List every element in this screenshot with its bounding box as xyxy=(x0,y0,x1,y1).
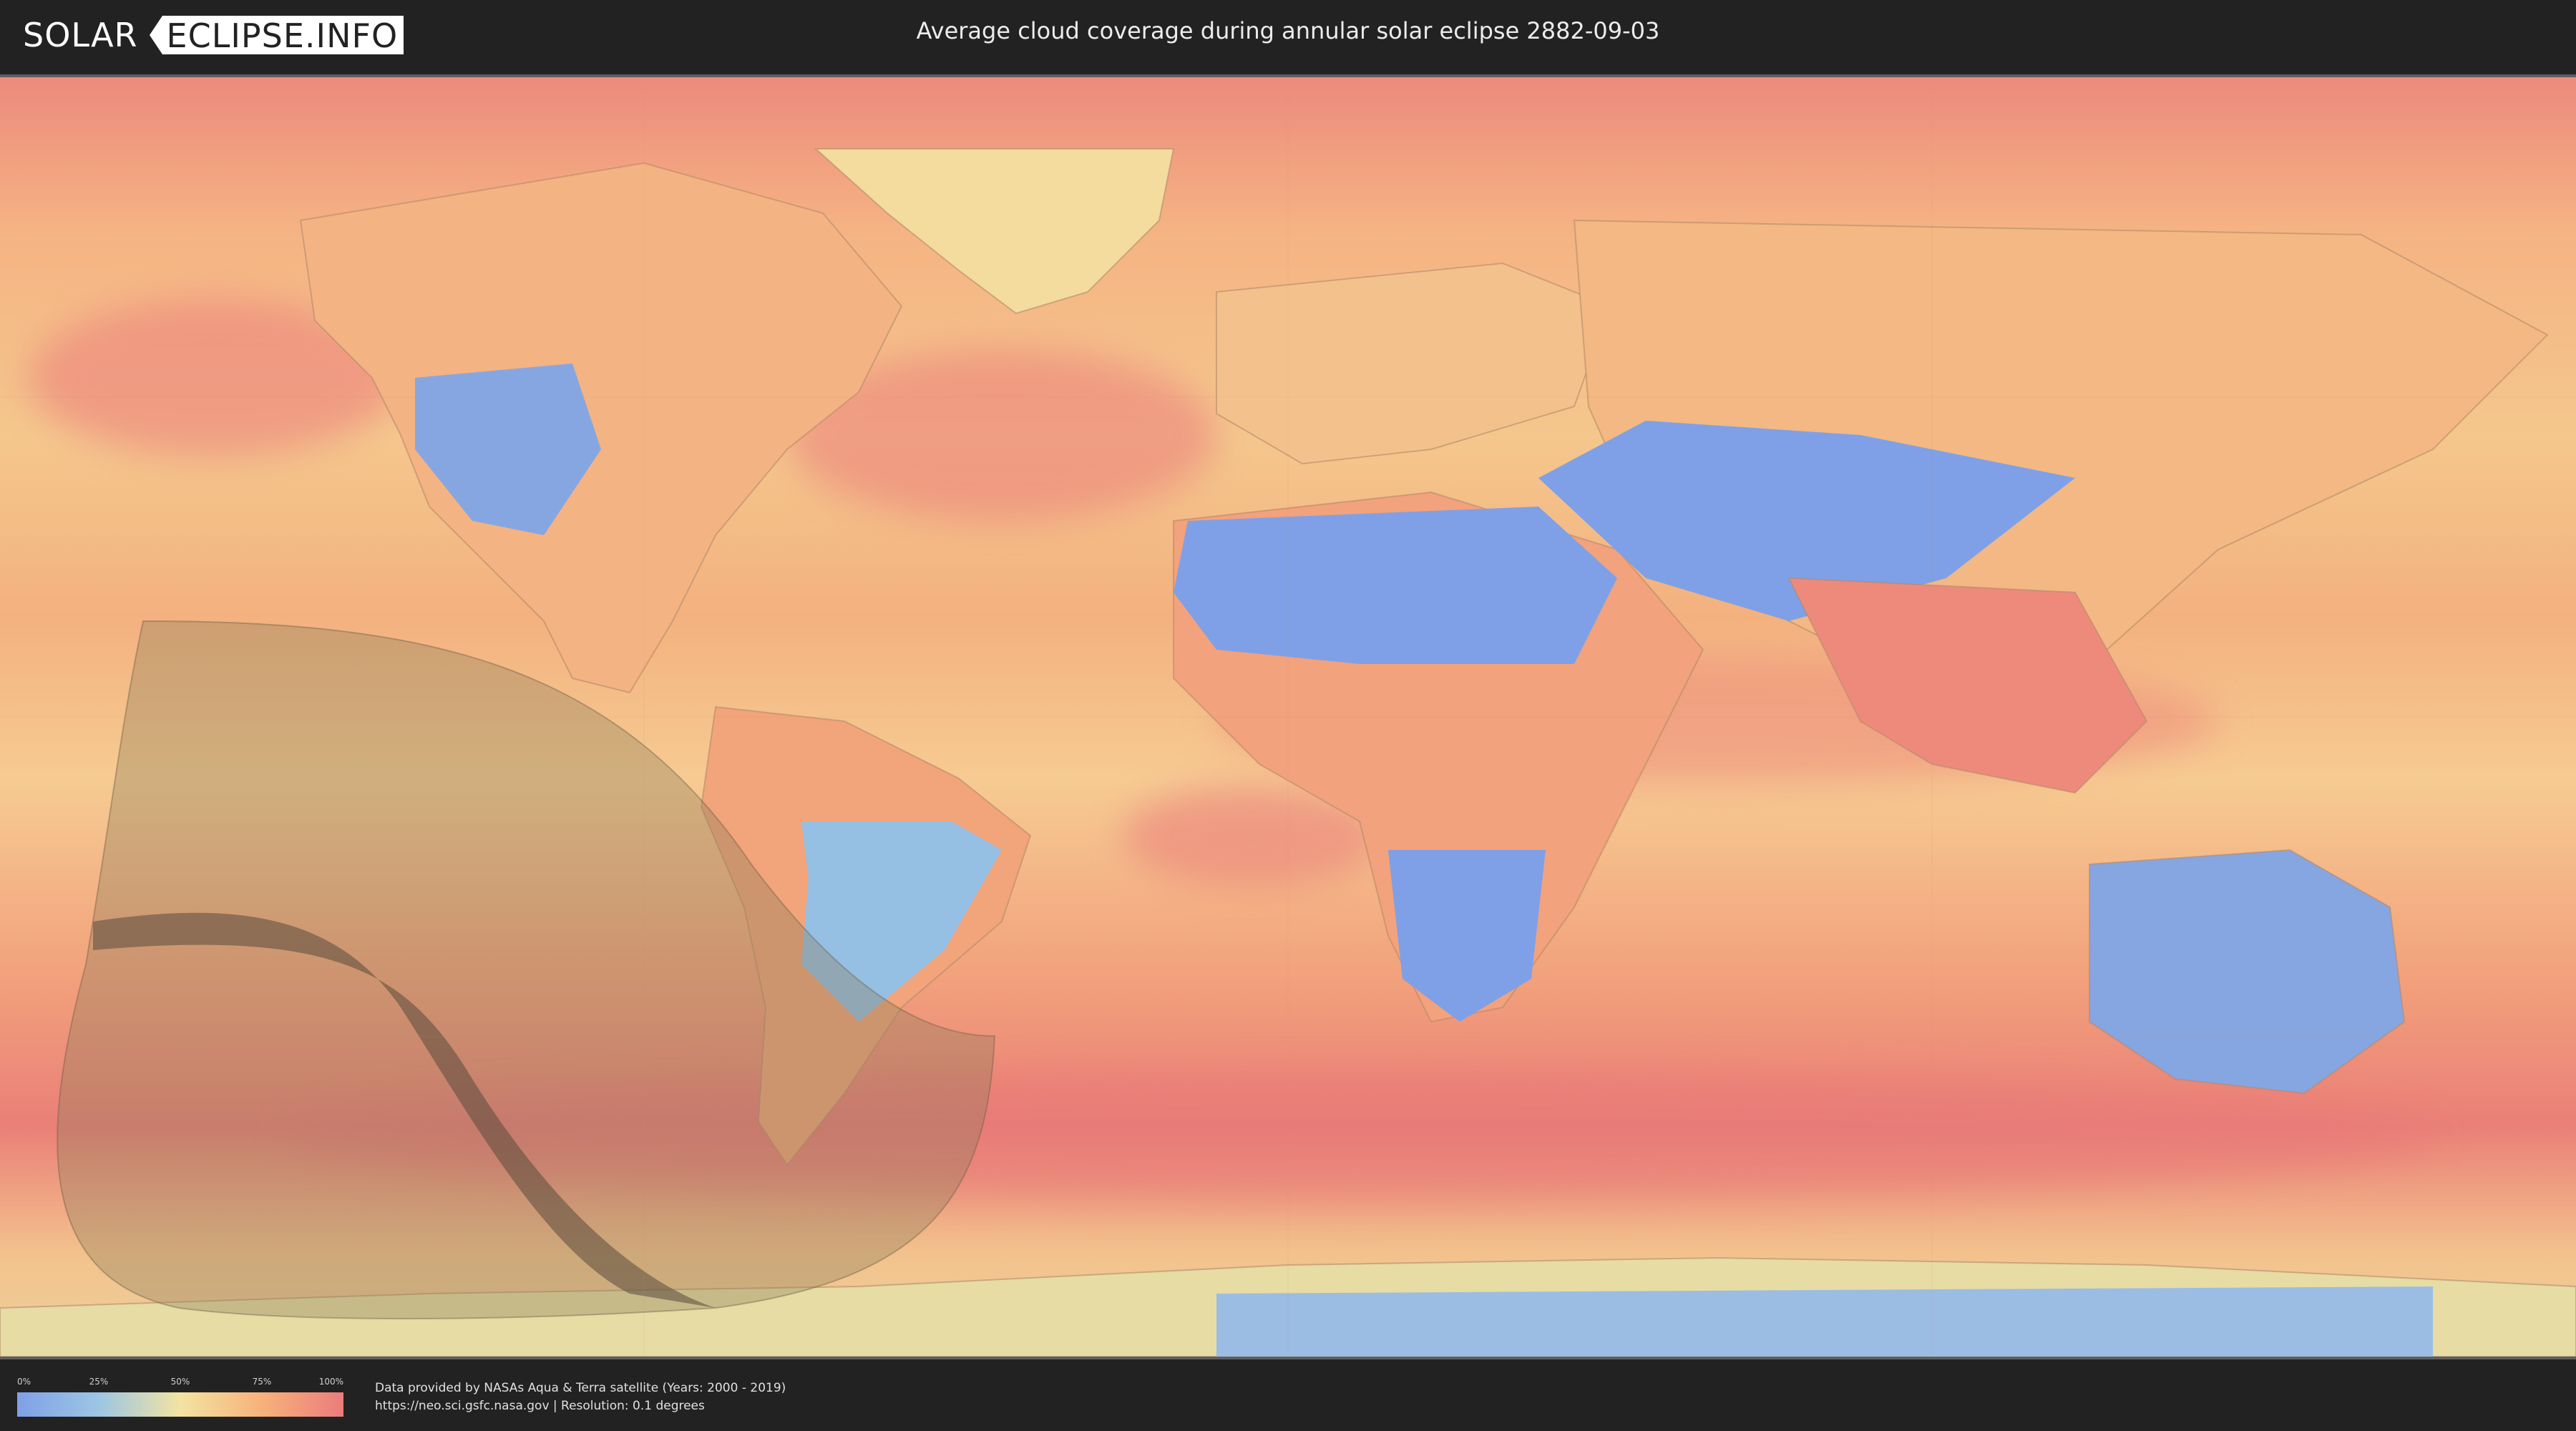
credits-line-url[interactable]: https://neo.sci.gsfc.nasa.gov | Resoluti… xyxy=(375,1397,786,1415)
legend-tick-50: 50% xyxy=(170,1377,190,1387)
header-bar: SOLAR ECLIPSE.INFO Average cloud coverag… xyxy=(0,0,2576,72)
legend-color-bar xyxy=(17,1392,343,1417)
legend-ticks: 0% 25% 50% 75% 100% xyxy=(17,1377,343,1388)
legend-tick-75: 75% xyxy=(252,1377,272,1387)
data-credits: Data provided by NASAs Aqua & Terra sate… xyxy=(375,1379,786,1415)
antarctica-clear-region xyxy=(1216,1286,2433,1357)
world-map xyxy=(0,77,2576,1357)
page-title: Average cloud coverage during annular so… xyxy=(916,17,1660,44)
cloud-coverage-legend: 0% 25% 50% 75% 100% xyxy=(17,1377,343,1417)
credits-line-source: Data provided by NASAs Aqua & Terra sate… xyxy=(375,1381,786,1395)
legend-tick-0: 0% xyxy=(17,1377,31,1387)
legend-tick-25: 25% xyxy=(89,1377,109,1387)
legend-tick-100: 100% xyxy=(318,1377,343,1387)
footer-bar: 0% 25% 50% 75% 100% Data provided by NAS… xyxy=(0,1359,2576,1431)
cloud-coverage-map[interactable] xyxy=(0,74,2576,1359)
sahara-clear xyxy=(1174,507,1617,664)
